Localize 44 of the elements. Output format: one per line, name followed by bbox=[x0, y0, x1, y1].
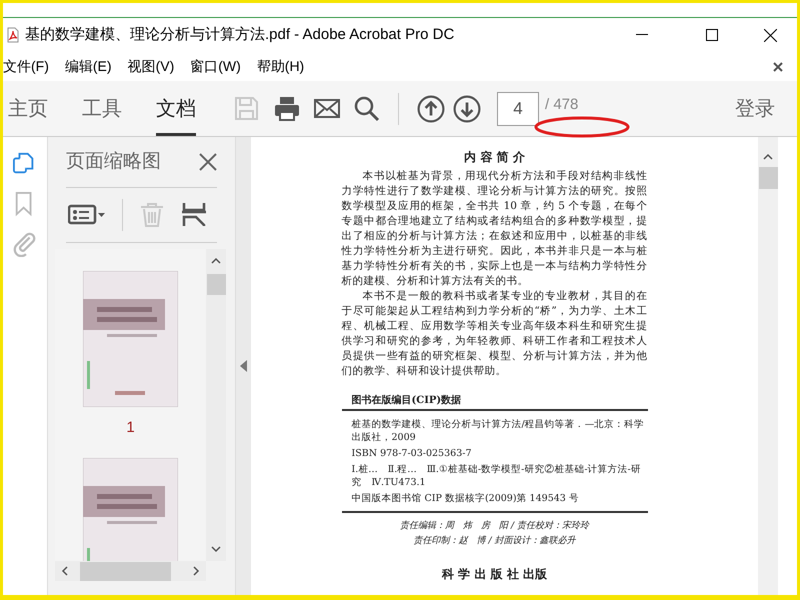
vertical-scrollbar[interactable] bbox=[206, 249, 226, 561]
scrollbar-thumb[interactable] bbox=[80, 562, 171, 580]
close-document-button[interactable] bbox=[773, 62, 783, 72]
cip-line: 中国版本图书馆 CIP 数据核字(2009)第 149543 号 bbox=[350, 492, 580, 505]
scroll-up-icon[interactable] bbox=[211, 257, 221, 265]
credit-line: 责任印制：赵 博 / 封面设计：鑫联必升 bbox=[414, 534, 576, 548]
scroll-left-icon[interactable] bbox=[61, 566, 69, 576]
page-number: 1 bbox=[126, 418, 135, 438]
page-count: / 478 bbox=[545, 95, 578, 115]
paperclip-icon[interactable] bbox=[13, 231, 37, 257]
panel-title: 页面缩略图 bbox=[66, 150, 161, 174]
toolbar-tab[interactable]: 主页 bbox=[8, 81, 48, 136]
credit-line: 责任编辑：周 炜 房 阳 / 责任校对：宋玲玲 bbox=[400, 520, 589, 533]
extract-page-icon[interactable] bbox=[181, 202, 207, 228]
minimize-icon bbox=[636, 34, 648, 36]
search-icon[interactable] bbox=[354, 96, 380, 122]
paragraph: 本书不是一般的教科书或者某专业的专业教材，其目的在于尽可能架起从工程结构到力学分析的“桥”，为力学、土木工程、机械工程、应用数学等相关专业高年级本科生和研究生提供学习和研究的参考，为年轻教师、科研工作者和工程技术人员提供一些有益的研究框架、模型、分析与计算方法，并为他们的教学、科研和设计提供帮助。 bbox=[342, 289, 648, 379]
window-title: 基的数学建模、理论分析与计算方法.pdf - Adobe Acrobat Pro DC bbox=[25, 24, 454, 45]
cip-title: 图书在版编目(CIP)数据 bbox=[342, 393, 648, 411]
menu-item[interactable]: 文件(F) bbox=[3, 56, 49, 77]
collapse-panel-icon[interactable] bbox=[240, 360, 247, 372]
cip-line: ISBN 978-7-03-025363-7 bbox=[350, 447, 472, 460]
scrollbar-thumb[interactable] bbox=[206, 274, 226, 295]
menu-item[interactable]: 窗口(W) bbox=[190, 56, 241, 77]
menu-item[interactable]: 视图(V) bbox=[128, 56, 174, 77]
menu-item[interactable]: 编辑(E) bbox=[64, 56, 112, 77]
scroll-right-icon[interactable] bbox=[192, 566, 200, 576]
pdf-file-icon bbox=[7, 27, 19, 43]
scrollbar-thumb[interactable] bbox=[758, 167, 778, 189]
publisher-name: 科 学 出 版 社 出版 bbox=[440, 566, 548, 583]
sign-in-button[interactable]: 登录 bbox=[735, 94, 775, 124]
printer-icon[interactable] bbox=[274, 96, 300, 122]
horizontal-scrollbar[interactable] bbox=[55, 561, 206, 581]
paragraph: 本书以桩基为背景，用现代分析方法和手段对结构非线性力学特性进行了数学建模、理论分析与计算方法的研究。按照数学模型及应用的框架，全书共 10 章，约 5 个专题，在每个专题中都合理地建立了结构或者结构组合的多种数学模型，提出了相应的分析与计算方法；在叙述和应用中，以桩基的非线性力学特性分析为主进行研究。因此，本书并非只是一本与桩基力学特性分析有关的书，实际上也是一本与结构力学特性分析的建模、分析和计算方法有关的书。 bbox=[342, 169, 648, 289]
cip-line: Ⅰ.桩… Ⅱ.程… Ⅲ.①桩基础-数学模型-研究②桩基础-计算方法-研究 Ⅳ.TU473.1 bbox=[350, 463, 642, 489]
maximize-icon bbox=[706, 29, 718, 41]
close-icon bbox=[764, 28, 776, 42]
page-number-field[interactable]: 4 bbox=[497, 92, 539, 126]
scroll-up-icon[interactable] bbox=[763, 153, 773, 161]
cip-line: 桩基的数学建模、理论分析与计算方法/程昌钧等著．—北京：科学出版社，2009 bbox=[350, 418, 646, 444]
menu-item[interactable]: 帮助(H) bbox=[256, 56, 304, 77]
toolbar-tab[interactable]: 工具 bbox=[82, 81, 122, 136]
section-heading: 内 容 简 介 bbox=[463, 149, 526, 165]
scroll-down-icon[interactable] bbox=[211, 545, 221, 553]
